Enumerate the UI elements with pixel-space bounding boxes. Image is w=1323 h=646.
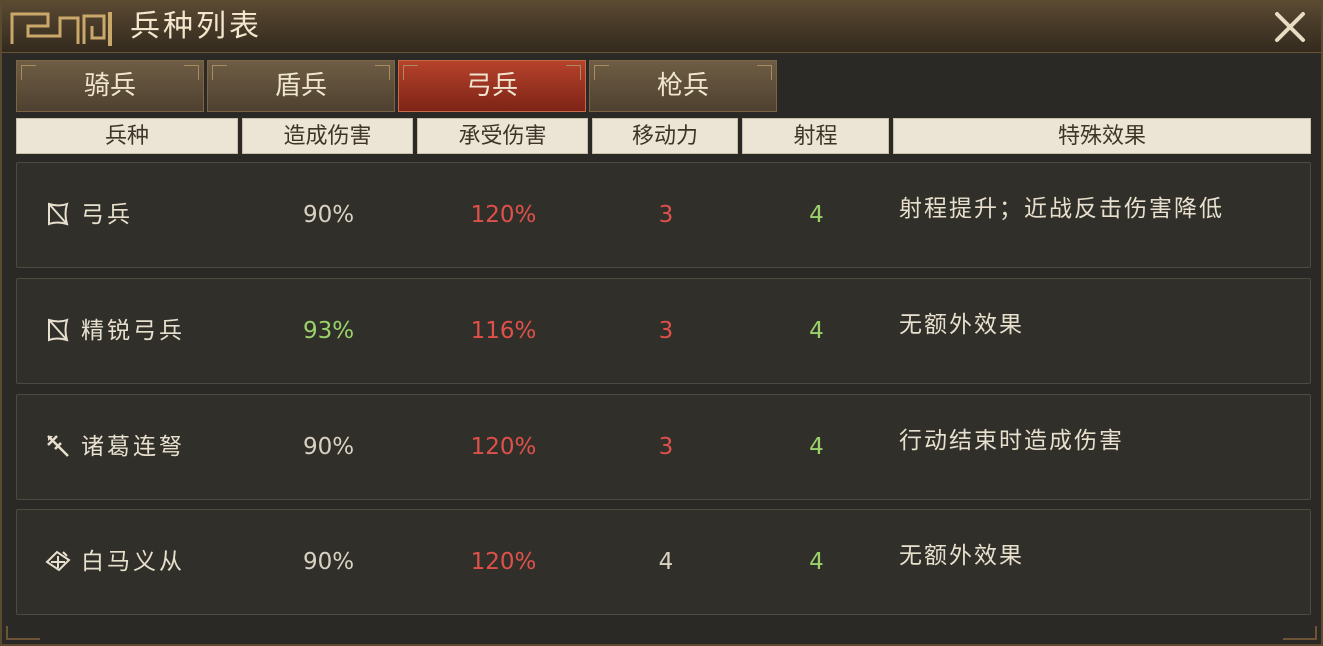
movement: 3	[658, 202, 674, 228]
column-header-damage-taken: 承受伤害	[417, 118, 588, 154]
damage-taken: 116%	[470, 318, 537, 344]
special-effect: 无额外效果	[899, 543, 1024, 569]
range: 4	[809, 202, 824, 228]
horse-archer-icon	[45, 548, 71, 574]
tab-label: 枪兵	[656, 71, 709, 101]
unit-name: 精锐弓兵	[81, 318, 185, 344]
column-header-movement: 移动力	[592, 118, 738, 154]
range: 4	[809, 434, 824, 460]
bow-icon	[45, 317, 71, 343]
corner-ornament	[1283, 626, 1317, 640]
table-row: 精锐弓兵 93% 116% 3 4 无额外效果	[16, 278, 1311, 384]
column-header-unit: 兵种	[16, 118, 238, 154]
table-row: 诸葛连弩 90% 120% 3 4 行动结束时造成伤害	[16, 394, 1311, 500]
damage-taken: 120%	[470, 202, 537, 228]
tab-spear[interactable]: 枪兵	[589, 60, 777, 112]
tab-archer[interactable]: 弓兵	[398, 60, 586, 112]
column-header-range: 射程	[742, 118, 889, 154]
tab-label: 盾兵	[274, 71, 327, 101]
tab-label: 弓兵	[465, 71, 518, 101]
tab-label: 骑兵	[83, 71, 136, 101]
special-effect: 射程提升；近战反击伤害降低	[899, 196, 1224, 222]
special-effect: 无额外效果	[899, 312, 1024, 338]
title-bar: 兵种列表	[2, 2, 1321, 53]
table-row: 弓兵 90% 120% 3 4 射程提升；近战反击伤害降低	[16, 162, 1311, 268]
damage-taken: 120%	[470, 434, 537, 460]
special-effect: 行动结束时造成伤害	[899, 428, 1124, 454]
column-header-special-effect: 特殊效果	[893, 118, 1311, 154]
damage-dealt: 90%	[302, 549, 355, 575]
bow-icon	[45, 201, 71, 227]
column-header-damage-dealt: 造成伤害	[242, 118, 413, 154]
movement: 3	[658, 318, 674, 344]
table-row: 白马义从 90% 120% 4 4 无额外效果	[16, 509, 1311, 615]
movement: 3	[658, 434, 674, 460]
ornament-icon	[10, 12, 112, 46]
window-title: 兵种列表	[130, 9, 262, 44]
damage-dealt: 90%	[302, 202, 355, 228]
unit-list-panel: 兵种列表 骑兵 盾兵 弓兵 枪兵 兵种 造成伤害 承受伤害 移动力 射程 特殊效…	[0, 0, 1323, 646]
crossbow-icon	[45, 433, 71, 459]
damage-taken: 120%	[470, 549, 537, 575]
corner-ornament	[6, 626, 40, 640]
damage-dealt: 90%	[302, 434, 355, 460]
tab-cavalry[interactable]: 骑兵	[16, 60, 204, 112]
range: 4	[809, 549, 824, 575]
unit-name: 白马义从	[81, 549, 185, 575]
unit-name: 弓兵	[81, 202, 133, 228]
range: 4	[809, 318, 824, 344]
tab-shield[interactable]: 盾兵	[207, 60, 395, 112]
close-icon[interactable]	[1273, 10, 1307, 44]
movement: 4	[658, 549, 674, 575]
damage-dealt: 93%	[302, 318, 355, 344]
unit-name: 诸葛连弩	[81, 434, 185, 460]
